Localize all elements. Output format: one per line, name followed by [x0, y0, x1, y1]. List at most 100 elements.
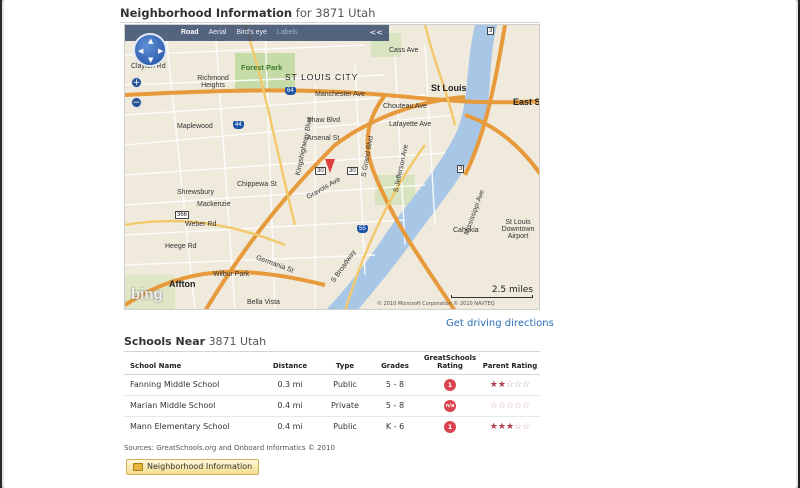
map-collapse-button[interactable]: << — [370, 25, 383, 41]
map-label-mackenzie: Mackenzie — [197, 201, 231, 208]
col-type[interactable]: Type — [320, 352, 370, 375]
school-name[interactable]: Fanning Middle School — [124, 374, 260, 396]
schools-table: School Name Distance Type Grades GreatSc… — [124, 352, 540, 436]
interstate-55-shield: 55 — [357, 225, 368, 233]
parent-rating-stars[interactable]: ☆☆☆☆☆ — [490, 401, 530, 411]
star-icon: ☆ — [514, 421, 523, 432]
route-3-shield: 3 — [487, 27, 495, 35]
table-row[interactable]: Mann Elementary School 0.4 mi Public K - 6 1… — [124, 416, 540, 436]
map-label-bella-vista: Bella Vista — [247, 299, 280, 306]
school-distance: 0.4 mi — [260, 416, 320, 436]
star-icon: ☆ — [497, 400, 506, 411]
map-label-richmond: Richmond Heights — [197, 75, 229, 89]
greatschools-rating-badge[interactable]: n/a — [444, 399, 456, 412]
map-label-east-st-louis: East St — [513, 97, 540, 107]
neighborhood-title-bold: Neighborhood Information — [120, 6, 293, 20]
map-label-affton: Affton — [169, 279, 196, 289]
map-label-airport: St Louis Downtown Airport — [501, 219, 535, 240]
star-icon: ☆ — [489, 400, 498, 411]
star-icon: ☆ — [522, 379, 531, 390]
school-grades: 5 - 8 — [370, 374, 420, 396]
interstate-64-shield: 64 — [285, 87, 296, 95]
address-pin-icon[interactable] — [325, 159, 335, 173]
driving-directions-link[interactable]: Get driving directions — [446, 318, 554, 329]
star-icon: ☆ — [505, 400, 515, 411]
school-type: Public — [320, 374, 370, 396]
schools-table-scroll[interactable]: School Name Distance Type Grades GreatSc… — [124, 352, 540, 436]
schools-title-bold: Schools Near — [124, 335, 206, 348]
map-label-shrewsbury: Shrewsbury — [177, 189, 214, 196]
zoom-in-button[interactable]: + — [131, 77, 142, 88]
col-greatschools-rating[interactable]: GreatSchools Rating — [420, 352, 480, 375]
map-label-chippewa: Chippewa St — [237, 181, 277, 188]
star-icon: ☆ — [514, 400, 523, 411]
sources-note: Sources: GreatSchools.org and Onboard In… — [124, 444, 335, 452]
map-label-weber: Weber Rd — [185, 221, 217, 228]
parent-rating-stars[interactable]: ★★☆☆☆ — [490, 380, 530, 390]
map-view[interactable]: ST LOUIS CITY St Louis East St Forest Pa… — [124, 24, 540, 310]
school-gs-rating: 1 — [420, 416, 480, 436]
school-gs-rating: n/a — [420, 395, 480, 417]
school-parent-rating: ★★★☆☆ — [480, 416, 540, 436]
greatschools-rating-badge[interactable]: 1 — [444, 420, 456, 433]
schools-near-title: Schools Near 3871 Utah — [124, 332, 540, 352]
map-tab-aerial[interactable]: Aerial — [209, 25, 227, 41]
greatschools-rating-badge[interactable]: 1 — [444, 378, 456, 391]
star-icon: ☆ — [514, 379, 523, 390]
map-scale-bar — [451, 295, 533, 298]
school-name[interactable]: Marian Middle School — [124, 395, 260, 417]
table-row[interactable]: Marian Middle School 0.4 mi Private 5 - 8 n/… — [124, 395, 540, 417]
page-frame: Neighborhood Information for 3871 Utah S… — [4, 0, 796, 488]
col-grades[interactable]: Grades — [370, 352, 420, 375]
folder-icon — [133, 463, 143, 471]
star-icon: ☆ — [505, 379, 515, 390]
col-distance[interactable]: Distance — [260, 352, 320, 375]
star-icon: ☆ — [522, 400, 531, 411]
table-header-row: School Name Distance Type Grades GreatSc… — [124, 352, 540, 375]
star-icon: ★ — [489, 379, 498, 390]
school-type: Public — [320, 416, 370, 436]
star-icon: ★ — [497, 421, 506, 432]
schools-title-address: 3871 Utah — [208, 335, 267, 348]
neighborhood-information-button[interactable]: Neighborhood Information — [126, 459, 260, 475]
school-distance: 0.3 mi — [260, 374, 320, 396]
interstate-44-shield: 44 — [233, 121, 244, 129]
map-label-arsenal: Arsenal St — [307, 135, 340, 142]
parent-rating-stars[interactable]: ★★★☆☆ — [490, 422, 530, 432]
zoom-out-button[interactable]: − — [131, 97, 142, 108]
route-3b-shield: 3 — [457, 165, 465, 173]
map-label-cass: Cass Ave — [389, 47, 419, 54]
school-grades: K - 6 — [370, 416, 420, 436]
school-name[interactable]: Mann Elementary School — [124, 416, 260, 436]
map-label-maplewood: Maplewood — [177, 123, 213, 130]
map-tab-labels[interactable]: Labels — [277, 25, 298, 41]
map-label-forest-park: Forest Park — [241, 63, 283, 72]
school-parent-rating: ★★☆☆☆ — [480, 374, 540, 396]
map-label-st-louis: St Louis — [431, 83, 467, 93]
map-tab-birds-eye[interactable]: Bird's eye — [236, 25, 267, 41]
neighborhood-title-address: for 3871 Utah — [295, 6, 376, 20]
star-icon: ★ — [497, 379, 506, 390]
school-gs-rating: 1 — [420, 374, 480, 396]
school-distance: 0.4 mi — [260, 395, 320, 417]
map-label-st-louis-city: ST LOUIS CITY — [285, 72, 359, 82]
star-icon: ★ — [489, 421, 498, 432]
neighborhood-information-label: Neighborhood Information — [147, 462, 253, 471]
map-label-chouteau: Chouteau Ave — [383, 103, 427, 110]
neighborhood-title: Neighborhood Information for 3871 Utah — [120, 3, 540, 23]
route-366-shield: 366 — [175, 211, 190, 219]
school-parent-rating: ☆☆☆☆☆ — [480, 395, 540, 417]
bing-logo: bing — [131, 286, 163, 303]
table-row[interactable]: Fanning Middle School 0.3 mi Public 5 - 8 1 ★… — [124, 374, 540, 396]
map-label-wilbur: Wilbur Park — [213, 271, 250, 278]
map-label-lafayette: Lafayette Ave — [389, 121, 432, 128]
map-label-manchester: Manchester Ave — [315, 91, 366, 98]
route-30-shield: 30 — [347, 167, 358, 175]
map-pan-compass-icon[interactable]: ▲ ▼ ◀ ▶ — [133, 33, 167, 67]
school-grades: 5 - 8 — [370, 395, 420, 417]
col-parent-rating[interactable]: Parent Rating — [480, 352, 540, 375]
map-copyright: © 2010 Microsoft Corporation © 2010 NAVT… — [377, 301, 495, 307]
school-type: Private — [320, 395, 370, 417]
map-tab-road[interactable]: Road — [181, 25, 199, 41]
col-school-name[interactable]: School Name — [124, 352, 260, 375]
